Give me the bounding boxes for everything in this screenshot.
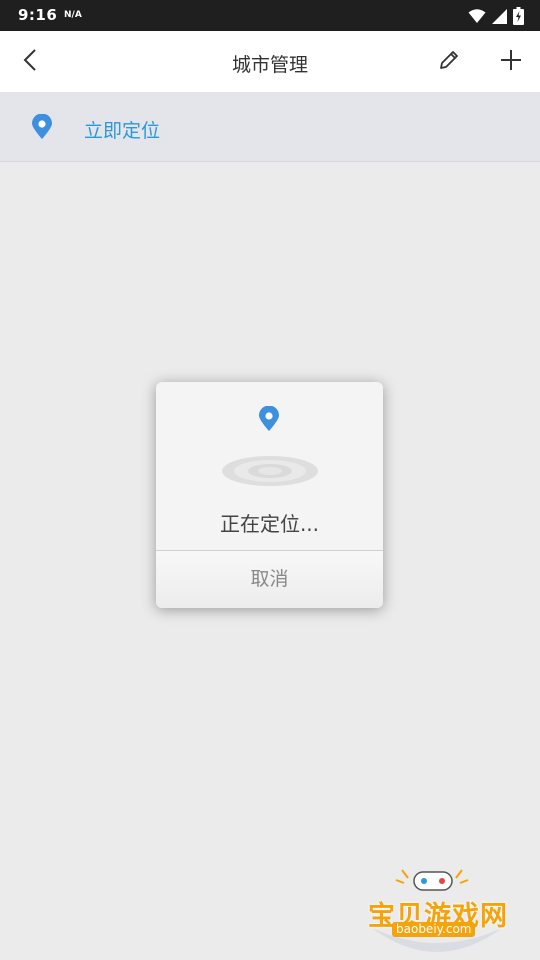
status-bar: 9:16 N/A: [0, 0, 540, 31]
app-bar: 城市管理: [0, 31, 540, 92]
status-icons: [468, 6, 524, 26]
location-pin-icon: [31, 113, 53, 144]
battery-charging-icon: [513, 7, 524, 25]
network-status: N/A: [64, 10, 82, 20]
edit-button[interactable]: [432, 46, 466, 78]
plus-icon: [500, 49, 522, 75]
status-time: 9:16: [18, 6, 58, 24]
locating-dialog: 正在定位... 取消: [156, 382, 383, 608]
pencil-icon: [438, 49, 460, 75]
cell-signal-icon: [492, 8, 507, 24]
locating-message: 正在定位...: [219, 512, 320, 536]
watermark-subtitle: baobeiy.com: [392, 922, 476, 937]
page-title: 城市管理: [231, 54, 308, 76]
back-button[interactable]: [14, 47, 46, 77]
wifi-icon: [468, 8, 486, 24]
back-arrow-icon: [23, 48, 37, 76]
location-pin-icon: [258, 405, 280, 436]
radar-rings-icon: [220, 454, 320, 494]
locate-now-row[interactable]: 立即定位: [0, 92, 540, 162]
cancel-button[interactable]: 取消: [156, 551, 383, 608]
add-city-button[interactable]: [494, 46, 528, 78]
watermark-logo: 宝贝游戏网 baobeiy.com: [362, 866, 512, 956]
locate-now-label: 立即定位: [84, 120, 161, 142]
